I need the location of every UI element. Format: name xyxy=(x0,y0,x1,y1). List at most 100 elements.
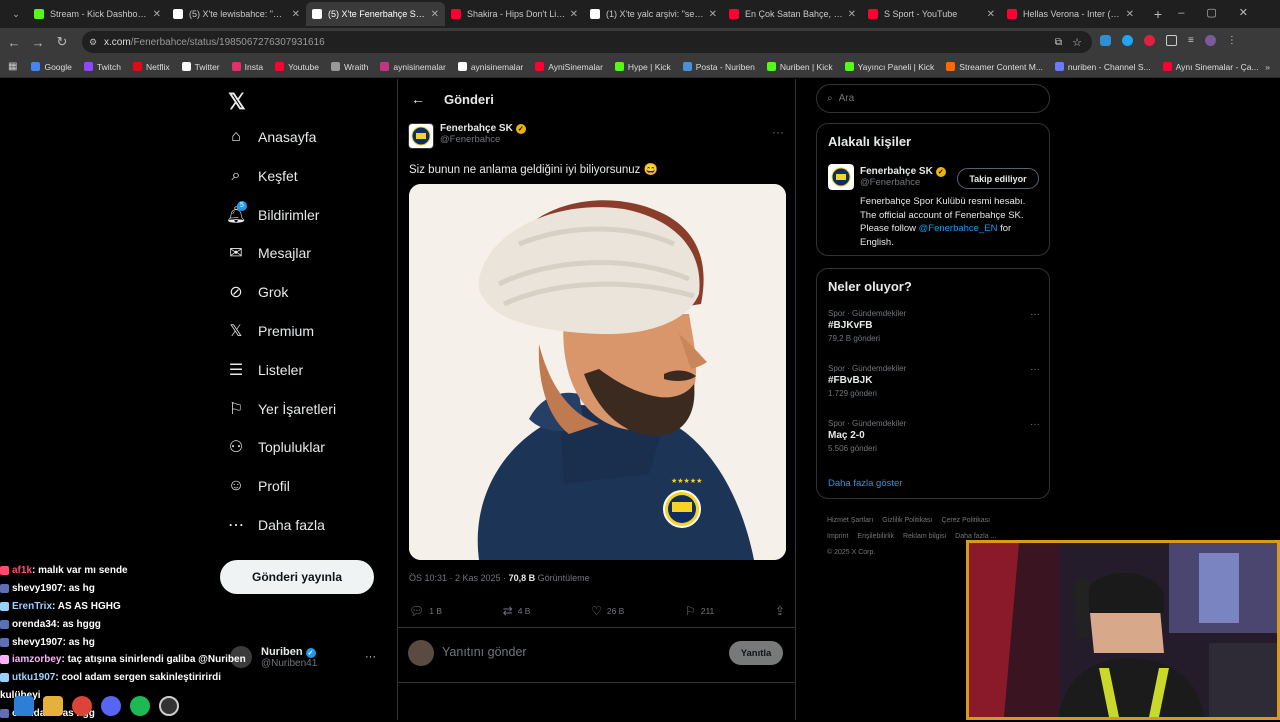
bookmark-item[interactable]: aynisinemalar xyxy=(380,62,446,72)
profile-avatar-icon[interactable] xyxy=(1204,35,1216,46)
install-app-icon[interactable]: ⧉ xyxy=(1055,37,1062,48)
browser-tab[interactable]: Hellas Verona - Inter (1-2 ✕ xyxy=(1001,2,1140,26)
tab-close-icon[interactable]: ✕ xyxy=(848,9,856,20)
bookmark-item[interactable]: Nuriben | Kick xyxy=(766,62,833,72)
post-more-icon[interactable]: ··· xyxy=(772,125,784,139)
browser-tab[interactable]: (1) X'te yalc arşivi: "sergen ✕ xyxy=(584,2,723,26)
share-action[interactable]: ⇪ xyxy=(775,604,785,618)
back-arrow-icon[interactable]: ← xyxy=(400,91,436,107)
footer-link[interactable]: Hizmet Şartları xyxy=(827,517,873,524)
bookmark-item[interactable]: Insta xyxy=(231,62,263,72)
forward-icon[interactable]: → xyxy=(26,35,50,50)
nav-item-profile[interactable]: ☺ Profil xyxy=(226,476,290,496)
bookmark-item[interactable]: Twitter xyxy=(181,62,220,72)
extension-shield-icon[interactable] xyxy=(1100,35,1111,46)
footer-link[interactable]: Daha fazla ... xyxy=(955,533,996,540)
discord-icon[interactable] xyxy=(101,696,121,716)
trend-more-icon[interactable]: ··· xyxy=(1030,364,1040,375)
bookmarks-overflow-icon[interactable]: » xyxy=(1265,62,1270,72)
bookmark-item[interactable]: Netflix xyxy=(132,62,170,72)
like-action[interactable]: ♡ 26 B xyxy=(591,604,624,618)
media-control-icon[interactable]: ≡ xyxy=(1188,35,1194,46)
tab-close-icon[interactable]: ✕ xyxy=(987,9,995,20)
bookmark-item[interactable]: AyniSinemalar xyxy=(535,62,603,72)
extension-globe-icon[interactable] xyxy=(1122,35,1133,46)
trend-item[interactable]: Spor · Gündemdekiler Maç 2-0 5.506 gönderi… xyxy=(828,419,1040,453)
nav-item-search[interactable]: ⌕ Keşfet xyxy=(226,166,298,186)
bookmark-item[interactable]: Streamer Content M... xyxy=(946,62,1043,72)
chrome-icon[interactable] xyxy=(72,696,92,716)
nav-item-grok[interactable]: ⊘ Grok xyxy=(226,282,288,302)
bookmark-item[interactable]: Google xyxy=(31,62,72,72)
post-timestamp[interactable]: ÖS 10:31 · 2 Kas 2025 · xyxy=(409,573,509,583)
obs-icon[interactable] xyxy=(159,696,179,716)
repost-action[interactable]: ⇄ 4 B xyxy=(503,604,531,618)
bookmark-item[interactable]: nuriben - Channel S... xyxy=(1054,62,1151,72)
menu-dots-icon[interactable]: ⋮ xyxy=(1227,35,1237,46)
browser-tab[interactable]: En Çok Satan Bahçe, Balk ✕ xyxy=(723,2,862,26)
url-field[interactable]: ⚙ x.com/Fenerbahce/status/19850672763079… xyxy=(82,31,1092,53)
extension-red-icon[interactable] xyxy=(1144,35,1155,46)
browser-tab[interactable]: (5) X'te lewisbahce: "ALEM ✕ xyxy=(167,2,306,26)
bookmark-item[interactable]: Hype | Kick xyxy=(614,62,671,72)
reply-action[interactable]: 💬︎ 1 B xyxy=(409,604,442,618)
browser-tab[interactable]: Shakira - Hips Don't Lie w ✕ xyxy=(445,2,584,26)
nav-item-home[interactable]: ⌂ Anasayfa xyxy=(226,127,316,147)
reply-button[interactable]: Yanıtla xyxy=(729,641,783,665)
windows-start-icon[interactable] xyxy=(14,696,34,716)
bookmark-item[interactable]: Youtube xyxy=(275,62,319,72)
tab-close-icon[interactable]: ✕ xyxy=(570,9,578,20)
x-logo-icon[interactable]: 𝕏 xyxy=(228,89,246,115)
bookmark-action[interactable]: ⚐ 211 xyxy=(685,604,714,618)
bookmark-star-icon[interactable]: ☆ xyxy=(1072,36,1082,49)
footer-link[interactable]: Gizlilik Politikası xyxy=(882,517,932,524)
footer-link[interactable]: Imprint xyxy=(827,533,848,540)
tab-search-button[interactable]: ⌄ xyxy=(4,9,28,20)
minimize-button[interactable]: – xyxy=(1178,7,1206,19)
trend-item[interactable]: Spor · Gündemdekiler #FBvBJK 1.729 gönderi… xyxy=(828,364,1040,398)
account-more-icon[interactable]: ··· xyxy=(365,651,376,663)
footer-link[interactable]: © 2025 X Corp. xyxy=(827,549,875,556)
footer-link[interactable]: Reklam bilgisi xyxy=(903,533,946,540)
tab-close-icon[interactable]: ✕ xyxy=(153,9,161,20)
bookmark-item[interactable]: Yayıncı Paneli | Kick xyxy=(844,62,934,72)
nav-item-bookmark[interactable]: ⚐ Yer İşaretleri xyxy=(226,399,336,419)
trend-item[interactable]: Spor · Gündemdekiler #BJKvFB 79,2 B gönder… xyxy=(828,309,1040,343)
nav-item-mail[interactable]: ✉ Mesajlar xyxy=(226,243,311,263)
bookmark-item[interactable]: Wraith xyxy=(330,62,368,72)
close-window-button[interactable]: ✕ xyxy=(1239,7,1270,19)
bookmark-item[interactable]: Aynı Sinemalar - Ça... xyxy=(1162,62,1259,72)
trend-more-icon[interactable]: ··· xyxy=(1030,309,1040,320)
trend-more-icon[interactable]: ··· xyxy=(1030,419,1040,430)
maximize-button[interactable]: ▢ xyxy=(1206,7,1238,19)
nav-item-more-circle[interactable]: ⋯ Daha fazla xyxy=(226,515,325,535)
author-name[interactable]: Fenerbahçe SK xyxy=(440,123,513,134)
bookmark-item[interactable]: aynisinemalar xyxy=(457,62,523,72)
bookmark-item[interactable]: Posta - Nuriben xyxy=(682,62,755,72)
site-info-icon[interactable]: ⚙ xyxy=(89,37,97,48)
tab-close-icon[interactable]: ✕ xyxy=(1126,9,1134,20)
reload-icon[interactable]: ↻ xyxy=(50,34,74,50)
new-tab-button[interactable]: + xyxy=(1146,6,1170,22)
following-button[interactable]: Takip ediliyor xyxy=(957,168,1039,189)
show-more-link[interactable]: Daha fazla göster xyxy=(828,478,902,489)
footer-link[interactable]: Erişilebilirlik xyxy=(857,533,894,540)
back-icon[interactable]: ← xyxy=(2,35,26,50)
related-name[interactable]: Fenerbahçe SK xyxy=(860,166,933,177)
reply-input[interactable]: Yanıtını gönder xyxy=(442,645,527,659)
spotify-icon[interactable] xyxy=(130,696,150,716)
author-avatar[interactable] xyxy=(408,123,434,149)
search-input[interactable] xyxy=(838,93,1019,104)
browser-tab[interactable]: S Sport - YouTube ✕ xyxy=(862,2,1001,26)
extensions-puzzle-icon[interactable] xyxy=(1166,35,1177,46)
nav-item-communities[interactable]: ⚇ Topluluklar xyxy=(226,437,325,457)
tab-close-icon[interactable]: ✕ xyxy=(709,9,717,20)
author-handle[interactable]: @Fenerbahce xyxy=(440,134,526,145)
browser-tab[interactable]: Stream - Kick Dashboard ✕ xyxy=(28,2,167,26)
apps-grid-icon[interactable]: ▦ xyxy=(8,61,17,72)
search-box[interactable]: ⌕ xyxy=(816,84,1050,113)
related-avatar[interactable] xyxy=(828,164,854,190)
file-explorer-icon[interactable] xyxy=(43,696,63,716)
nav-item-bell[interactable]: 🔔︎ Bildirimler 5 xyxy=(226,200,319,225)
bookmark-item[interactable]: Twitch xyxy=(83,62,121,72)
